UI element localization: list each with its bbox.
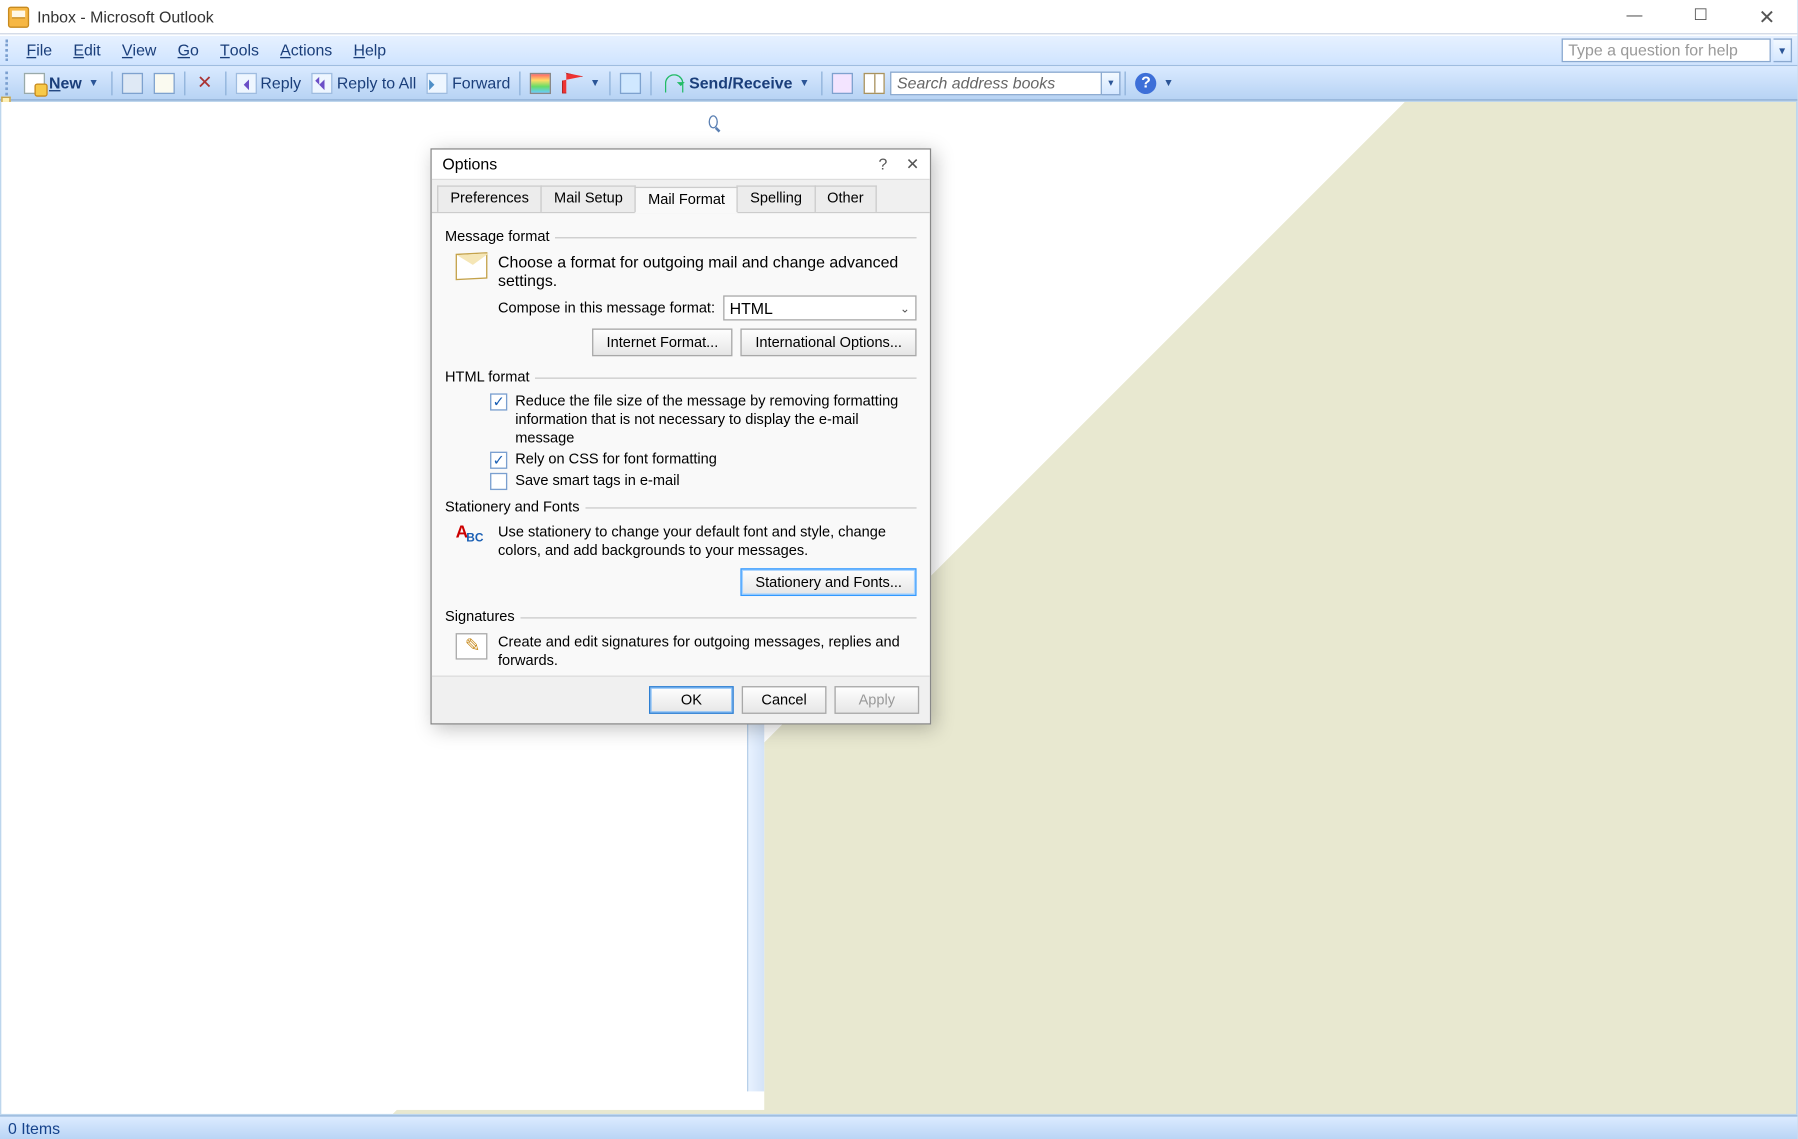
internet-format-button[interactable]: Internet Format... xyxy=(592,328,733,356)
dialog-titlebar[interactable]: Options ? ✕ xyxy=(432,150,930,180)
forward-button[interactable]: Forward xyxy=(422,68,516,97)
menu-go[interactable]: Go xyxy=(167,36,209,65)
checkbox-css-fonts[interactable]: ✓Rely on CSS for font formatting xyxy=(445,449,917,470)
ok-button[interactable]: OK xyxy=(649,686,734,714)
help-button[interactable]: ?▼ xyxy=(1130,68,1179,97)
dialog-close-button[interactable]: ✕ xyxy=(906,155,919,174)
group-signatures: Signatures Create and edit signatures fo… xyxy=(445,609,917,675)
menu-bar: FileEditViewGoToolsActionsHelp Type a qu… xyxy=(0,34,1797,66)
help-search-dropdown[interactable]: ▾ xyxy=(1774,38,1793,62)
dialog-title: Options xyxy=(442,155,497,174)
print-button[interactable] xyxy=(116,68,148,97)
status-item-count: 0 Items xyxy=(8,1119,60,1138)
menu-file[interactable]: File xyxy=(16,36,63,65)
international-options-button[interactable]: International Options... xyxy=(741,328,917,356)
address-book-search-dropdown[interactable]: ▾ xyxy=(1102,71,1121,95)
window-title: Inbox - Microsoft Outlook xyxy=(37,7,214,26)
tab-other[interactable]: Other xyxy=(814,185,877,211)
outlook-icon xyxy=(8,6,29,27)
menu-edit[interactable]: Edit xyxy=(63,36,112,65)
signature-icon xyxy=(456,633,488,659)
apply-button[interactable]: Apply xyxy=(834,686,919,714)
options-dialog: Options ? ✕ PreferencesMail SetupMail Fo… xyxy=(430,148,931,724)
group-html-format: HTML format ✓Reduce the file size of the… xyxy=(445,370,917,492)
dialog-help-button[interactable]: ? xyxy=(878,155,887,174)
send-receive-button[interactable]: Send/Receive▼ xyxy=(656,68,818,97)
reply-all-button[interactable]: Reply to All xyxy=(306,68,421,97)
move-button[interactable] xyxy=(148,68,180,97)
tab-preferences[interactable]: Preferences xyxy=(437,185,542,211)
dialog-footer: OK Cancel Apply xyxy=(432,675,930,723)
tab-mail-format[interactable]: Mail Format xyxy=(635,187,738,213)
group-message-format: Message format Choose a format for outgo… xyxy=(445,229,917,361)
compose-format-combo[interactable]: HTML⌄ xyxy=(723,295,917,320)
dialog-tabs: PreferencesMail SetupMail FormatSpelling… xyxy=(432,180,930,213)
menu-handle[interactable] xyxy=(5,40,10,61)
group-stationery: Stationery and Fonts Use stationery to c… xyxy=(445,499,917,601)
cancel-button[interactable]: Cancel xyxy=(742,686,827,714)
address-book-search[interactable]: Search address books xyxy=(890,71,1102,95)
maximize-button[interactable]: ☐ xyxy=(1678,5,1723,29)
menu-actions[interactable]: Actions xyxy=(270,36,343,65)
rules-button[interactable] xyxy=(615,68,647,97)
addressbook-button[interactable] xyxy=(859,68,891,97)
tab-mail-setup[interactable]: Mail Setup xyxy=(541,185,636,211)
reply-button[interactable]: Reply xyxy=(230,68,306,97)
inbox-icon xyxy=(297,111,321,132)
new-button[interactable]: New▼ xyxy=(16,68,107,97)
envelope-icon xyxy=(456,252,488,280)
standard-toolbar: New▼ ✕ Reply Reply to All Forward ▼ Send… xyxy=(0,66,1797,100)
stationery-icon xyxy=(456,523,488,549)
menu-view[interactable]: View xyxy=(111,36,167,65)
onenote-button[interactable] xyxy=(827,68,859,97)
toolbar-handle[interactable] xyxy=(5,71,10,95)
checkbox-reduce-size[interactable]: ✓Reduce the file size of the message by … xyxy=(445,391,917,449)
window-titlebar: Inbox - Microsoft Outlook — ☐ ✕ xyxy=(0,0,1797,34)
minimize-button[interactable]: — xyxy=(1612,5,1657,29)
status-bar: 0 Items xyxy=(0,1115,1797,1139)
menu-tools[interactable]: Tools xyxy=(209,36,269,65)
close-button[interactable]: ✕ xyxy=(1744,5,1789,29)
tab-spelling[interactable]: Spelling xyxy=(737,185,815,211)
categorize-button[interactable] xyxy=(525,68,557,97)
delete-button[interactable]: ✕ xyxy=(189,68,221,97)
checkbox-smart-tags[interactable]: Save smart tags in e-mail xyxy=(445,470,917,491)
followup-button[interactable]: ▼ xyxy=(557,68,606,97)
stationery-fonts-button[interactable]: Stationery and Fonts... xyxy=(741,568,917,596)
help-search-input[interactable]: Type a question for help xyxy=(1562,38,1771,62)
compose-format-label: Compose in this message format: xyxy=(498,299,715,318)
menu-help[interactable]: Help xyxy=(343,36,397,65)
